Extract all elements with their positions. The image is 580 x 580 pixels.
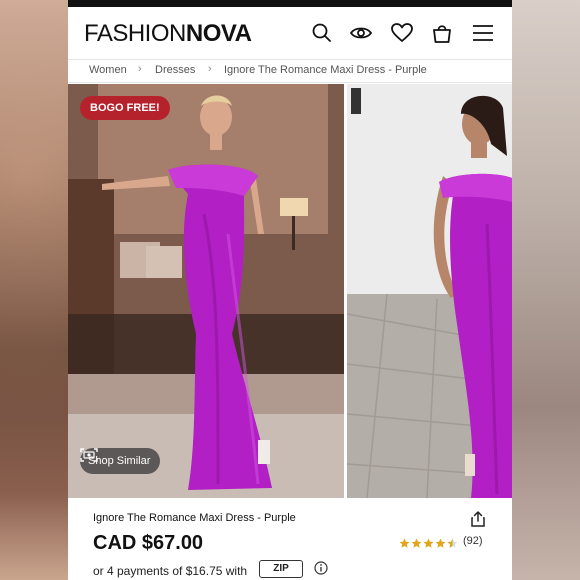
chevron-right-icon: › — [208, 63, 212, 75]
backdrop-right — [512, 0, 580, 580]
star-full-icon — [411, 538, 422, 548]
eye-icon[interactable] — [349, 21, 373, 45]
status-bar — [68, 0, 512, 7]
logo-light-text: FASHION — [84, 20, 186, 47]
zip-pay-logo[interactable]: ZIP — [259, 560, 303, 578]
menu-icon[interactable] — [471, 21, 495, 45]
breadcrumb-item-dresses[interactable]: Dresses — [155, 64, 195, 76]
product-price: CAD $67.00 — [93, 532, 204, 554]
product-gallery: BOGO FREE! Shop Similar — [68, 84, 512, 498]
chevron-right-icon: › — [138, 63, 142, 75]
product-title: Ignore The Romance Maxi Dress - Purple — [93, 512, 296, 524]
star-full-icon — [435, 538, 446, 548]
installment-text: or 4 payments of $16.75 with — [93, 564, 248, 578]
bag-icon[interactable] — [430, 21, 454, 45]
rating-stars — [399, 536, 459, 550]
star-full-icon — [423, 538, 434, 548]
product-photo-illustration-2 — [347, 84, 512, 498]
logo-bold-text: NOVA — [185, 20, 252, 47]
app-screen: FASHIONNOVA Women › Dresses › Ignore The… — [68, 0, 512, 580]
breadcrumb-item-women[interactable]: Women — [89, 64, 127, 76]
product-photo-illustration — [68, 84, 344, 498]
camera-scan-icon — [80, 448, 98, 462]
backdrop-left — [0, 0, 68, 580]
search-icon[interactable] — [310, 21, 334, 45]
star-full-icon — [399, 538, 410, 548]
breadcrumb-item-current: Ignore The Romance Maxi Dress - Purple — [224, 64, 427, 76]
bogo-badge: BOGO FREE! — [80, 96, 170, 120]
site-header: FASHIONNOVA — [68, 7, 512, 59]
brand-logo[interactable]: FASHIONNOVA — [84, 20, 252, 48]
breadcrumb: Women › Dresses › Ignore The Romance Max… — [68, 59, 512, 83]
product-image-main[interactable]: BOGO FREE! Shop Similar — [68, 84, 344, 498]
review-count[interactable]: (92) — [463, 535, 483, 547]
heart-icon[interactable] — [390, 21, 414, 45]
product-info: Ignore The Romance Maxi Dress - Purple C… — [68, 498, 512, 580]
shop-similar-button[interactable]: Shop Similar — [80, 448, 161, 474]
product-image-secondary[interactable] — [347, 84, 512, 498]
share-icon[interactable] — [469, 510, 487, 528]
info-icon[interactable] — [314, 561, 328, 575]
star-half-icon — [447, 538, 458, 548]
